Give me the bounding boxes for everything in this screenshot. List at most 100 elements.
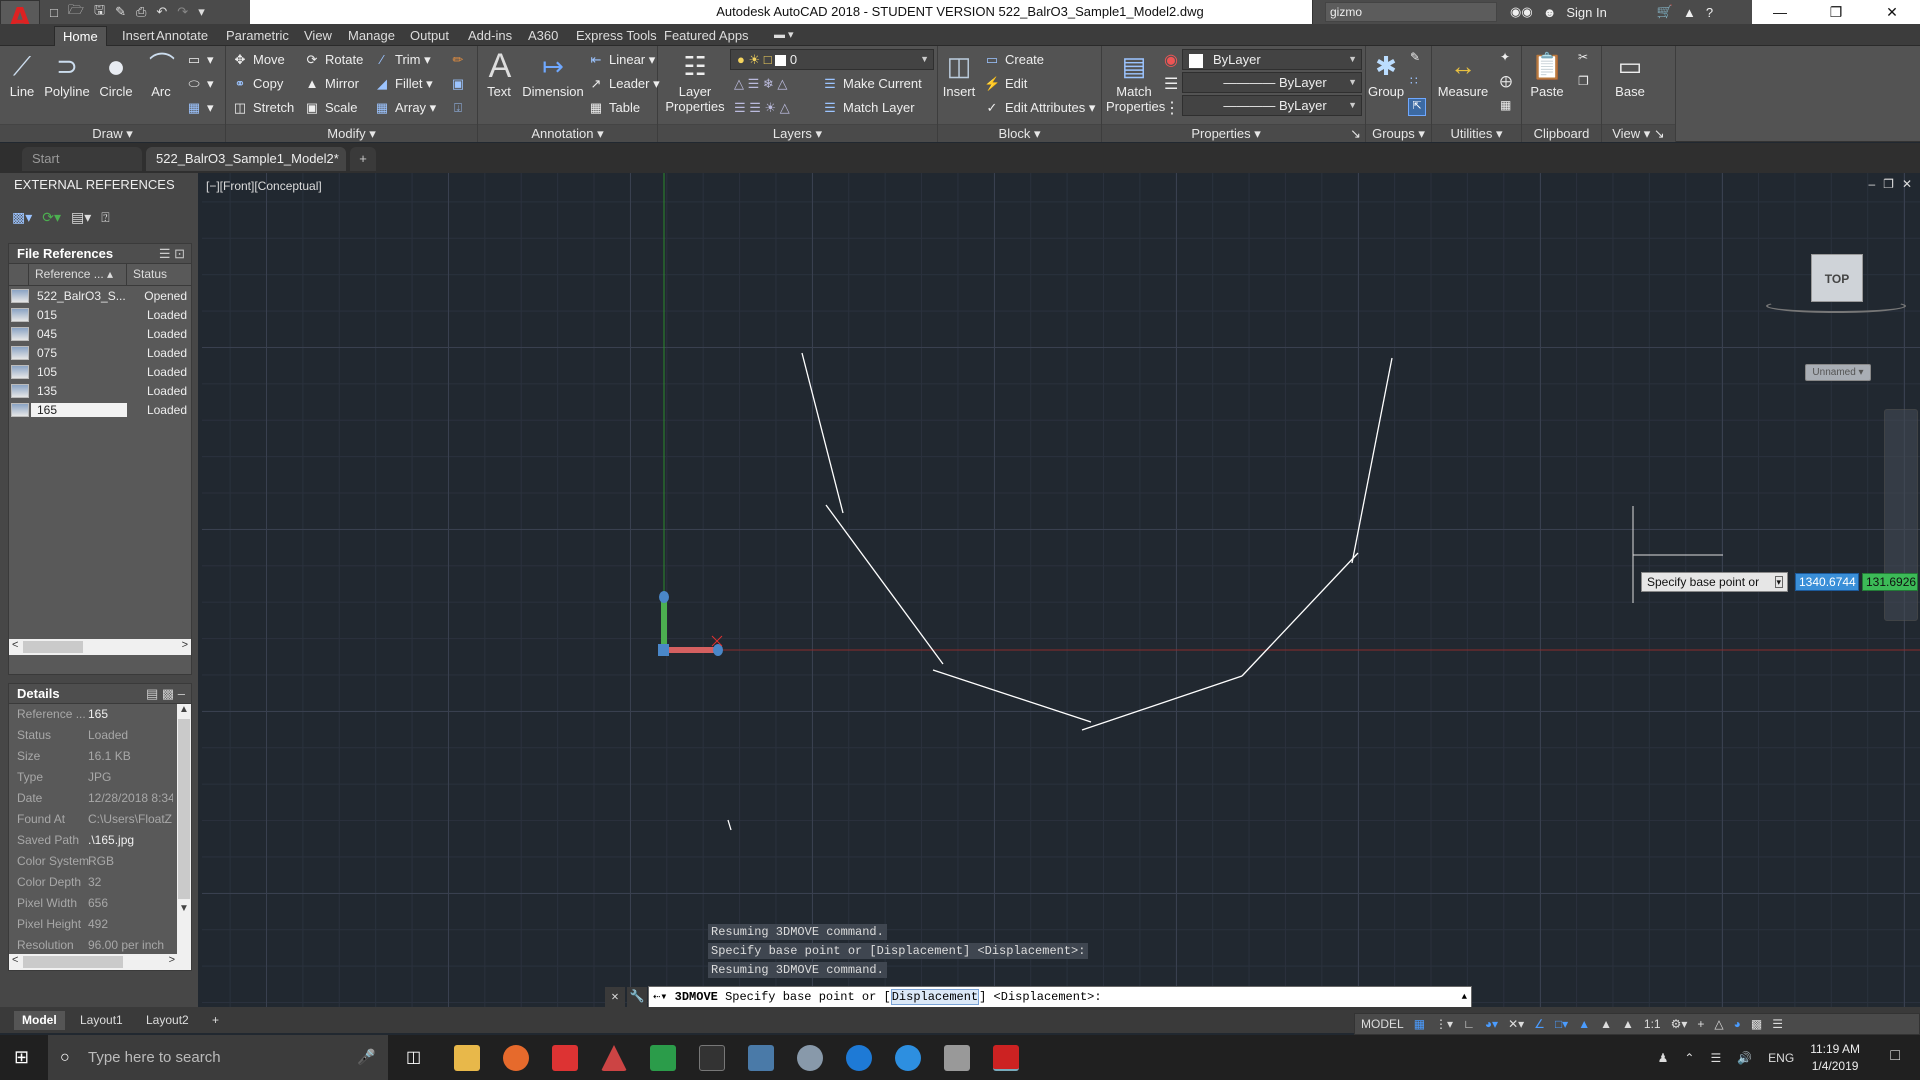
change-path-icon[interactable]: ▤▾ [71,209,91,226]
viewcube[interactable]: TOP [1811,254,1863,302]
dynamic-input-y[interactable]: 131.6926 [1862,573,1918,591]
match-properties-button[interactable]: ▤ Match Properties [1106,50,1165,114]
taskbar-search[interactable]: ○ Type here to search 🎤 [48,1035,388,1080]
new-icon[interactable]: □ [50,5,58,20]
column-reference[interactable]: Reference ... ▴ [29,264,127,285]
clock[interactable]: 11:19 AM 1/4/2019 [1810,1041,1860,1075]
region-button[interactable]: ▦ ▾ [186,98,214,118]
edit-block-button[interactable]: ⚡ Edit [984,74,1027,94]
edit-attributes-button[interactable]: ✓ Edit Attributes ▾ [984,98,1096,118]
match-layer-button[interactable]: ☰ Match Layer [822,98,914,118]
tab-view[interactable]: View [296,26,340,46]
user-icon[interactable]: ☻ [1543,5,1557,20]
annotation-panel-title[interactable]: Annotation ▾ [478,124,657,142]
object-snap-icon[interactable]: □▾ [1555,1017,1568,1031]
properties-panel-title[interactable]: Properties ▾ ↘ [1102,124,1365,142]
wifi-icon[interactable]: ☰ [1710,1051,1721,1065]
move-gizmo[interactable] [658,591,723,656]
file-reference-row[interactable]: 135 Loaded [9,381,191,400]
windows-start-icon[interactable]: ⊞ [14,1047,29,1068]
stretch-button[interactable]: ◫ Stretch [232,98,294,118]
file-explorer-icon[interactable] [454,1045,480,1071]
table-button[interactable]: ▦ Table [588,98,640,118]
calculator-icon[interactable]: ▦ [1500,98,1511,112]
explode-button[interactable]: ▣ [450,74,471,94]
dynamic-input-x[interactable]: 1340.6744 [1795,573,1859,591]
file-reference-row[interactable]: 075 Loaded [9,343,191,362]
ortho-icon[interactable]: ∟ [1463,1017,1475,1031]
customization-menu-icon[interactable]: ☰ [1772,1017,1783,1031]
grid-icon[interactable]: ▦ [1414,1017,1425,1031]
polyline-button[interactable]: ⊃ Polyline [42,50,92,99]
arc-button[interactable]: ⌒ Arc [146,50,176,99]
tab-model[interactable]: Model [14,1011,65,1030]
tab-addins[interactable]: Add-ins [460,26,520,46]
utilities-panel-title[interactable]: Utilities ▾ [1432,124,1521,142]
view-panel-title[interactable]: View ▾ ↘ [1602,124,1675,142]
model-space-button[interactable]: MODEL [1361,1017,1404,1031]
new-tab-button[interactable]: + [350,147,376,171]
color-dropdown[interactable]: ByLayer ▼ [1182,49,1362,70]
help-icon[interactable]: ? [1706,5,1713,20]
tab-manage[interactable]: Manage [340,26,403,46]
copy-clip-icon[interactable]: ❐ [1578,74,1589,88]
make-current-button[interactable]: ☰ Make Current [822,74,922,94]
view-toggle-icons[interactable]: ☰ ⊡ [159,244,185,264]
add-layout-button[interactable]: + [204,1011,227,1030]
attach-icon[interactable]: ▩▾ [12,209,32,226]
minimize-button[interactable]: — [1752,0,1808,24]
object-snap-tracking-icon[interactable]: ∠ [1534,1017,1545,1031]
file-reference-row[interactable]: 165 Loaded [9,400,191,419]
details-hscroll[interactable]: < > [9,954,191,970]
insert-button[interactable]: ◫ Insert [942,50,976,99]
edge-icon[interactable] [846,1045,872,1071]
print-icon[interactable]: ⎙ [136,4,146,20]
autocad-taskbar-icon[interactable] [993,1045,1019,1071]
layer-tools-row2[interactable]: ☰ ☰ ☀ △ [734,98,790,118]
group-button[interactable]: ✱ Group [1368,50,1404,99]
saveas-icon[interactable]: ✎ [115,4,126,20]
save-icon[interactable]: 🖫 [94,1,105,23]
annotation-scale-icon[interactable]: ▲ [1622,1017,1634,1031]
refresh-icon[interactable]: ⟳▾ [42,209,61,226]
tab-layout2[interactable]: Layout2 [138,1011,197,1030]
photos-icon[interactable] [748,1045,774,1071]
gizmo-x-axis[interactable] [668,647,718,653]
pycharm-icon[interactable] [650,1045,676,1071]
text-button[interactable]: A Text [484,49,514,99]
base-button[interactable]: ▭ Base [1610,50,1650,99]
group-edit-icon[interactable]: ∷ [1410,74,1418,88]
tab-drawing[interactable]: 522_BalrO3_Sample1_Model2* ✕ [146,147,346,190]
block-panel-title[interactable]: Block ▾ [938,124,1101,142]
linear-button[interactable]: ⇤ Linear ▾ [588,50,656,70]
layer-tools-row1[interactable]: △ ☰ ❄ △ [734,74,787,94]
groups-panel-title[interactable]: Groups ▾ [1366,124,1431,142]
isodraft-icon[interactable]: ✕▾ [1508,1017,1524,1031]
ucs-menu[interactable]: Unnamed ▾ [1805,364,1871,381]
tab-layout1[interactable]: Layout1 [72,1011,131,1030]
rotate-button[interactable]: ⟳ Rotate [304,50,364,70]
hardware-acceleration-icon[interactable]: ◕ [1734,1017,1741,1031]
clipboard-panel-title[interactable]: Clipboard [1522,124,1601,142]
microphone-icon[interactable]: 🎤 [357,1035,376,1080]
mirror-button[interactable]: ▲ Mirror [304,74,359,94]
hatch-button[interactable]: ⬭ ▾ [186,74,213,94]
leader-button[interactable]: ↗ Leader ▾ [588,74,660,94]
file-reference-row[interactable]: 045 Loaded [9,324,191,343]
tab-a360[interactable]: A360 [520,26,566,46]
annotation-monitor-icon[interactable]: + [1697,1017,1704,1031]
command-history-toggle-icon[interactable]: ▲ [1462,987,1467,1007]
copy-button[interactable]: ⚭ Copy [232,74,284,94]
create-block-button[interactable]: ▭ Create [984,50,1044,70]
auto-scale-icon[interactable]: ▲ [1600,1017,1612,1031]
app-icon-red[interactable] [552,1045,578,1071]
gizmo-origin-grip[interactable] [658,644,669,656]
binoculars-icon[interactable]: ◉◉ [1510,4,1533,20]
app-icon-window[interactable] [944,1045,970,1071]
tab-featured-apps[interactable]: Featured Apps [656,26,757,46]
details-vscroll[interactable]: ▲ ▼ [177,704,191,956]
details-mode-icons[interactable]: ▤ ▩ – [146,684,185,704]
file-reference-row[interactable]: 105 Loaded [9,362,191,381]
polar-icon[interactable]: ◕▾ [1485,1017,1498,1031]
draw-panel-title[interactable]: Draw ▾ [0,124,225,142]
